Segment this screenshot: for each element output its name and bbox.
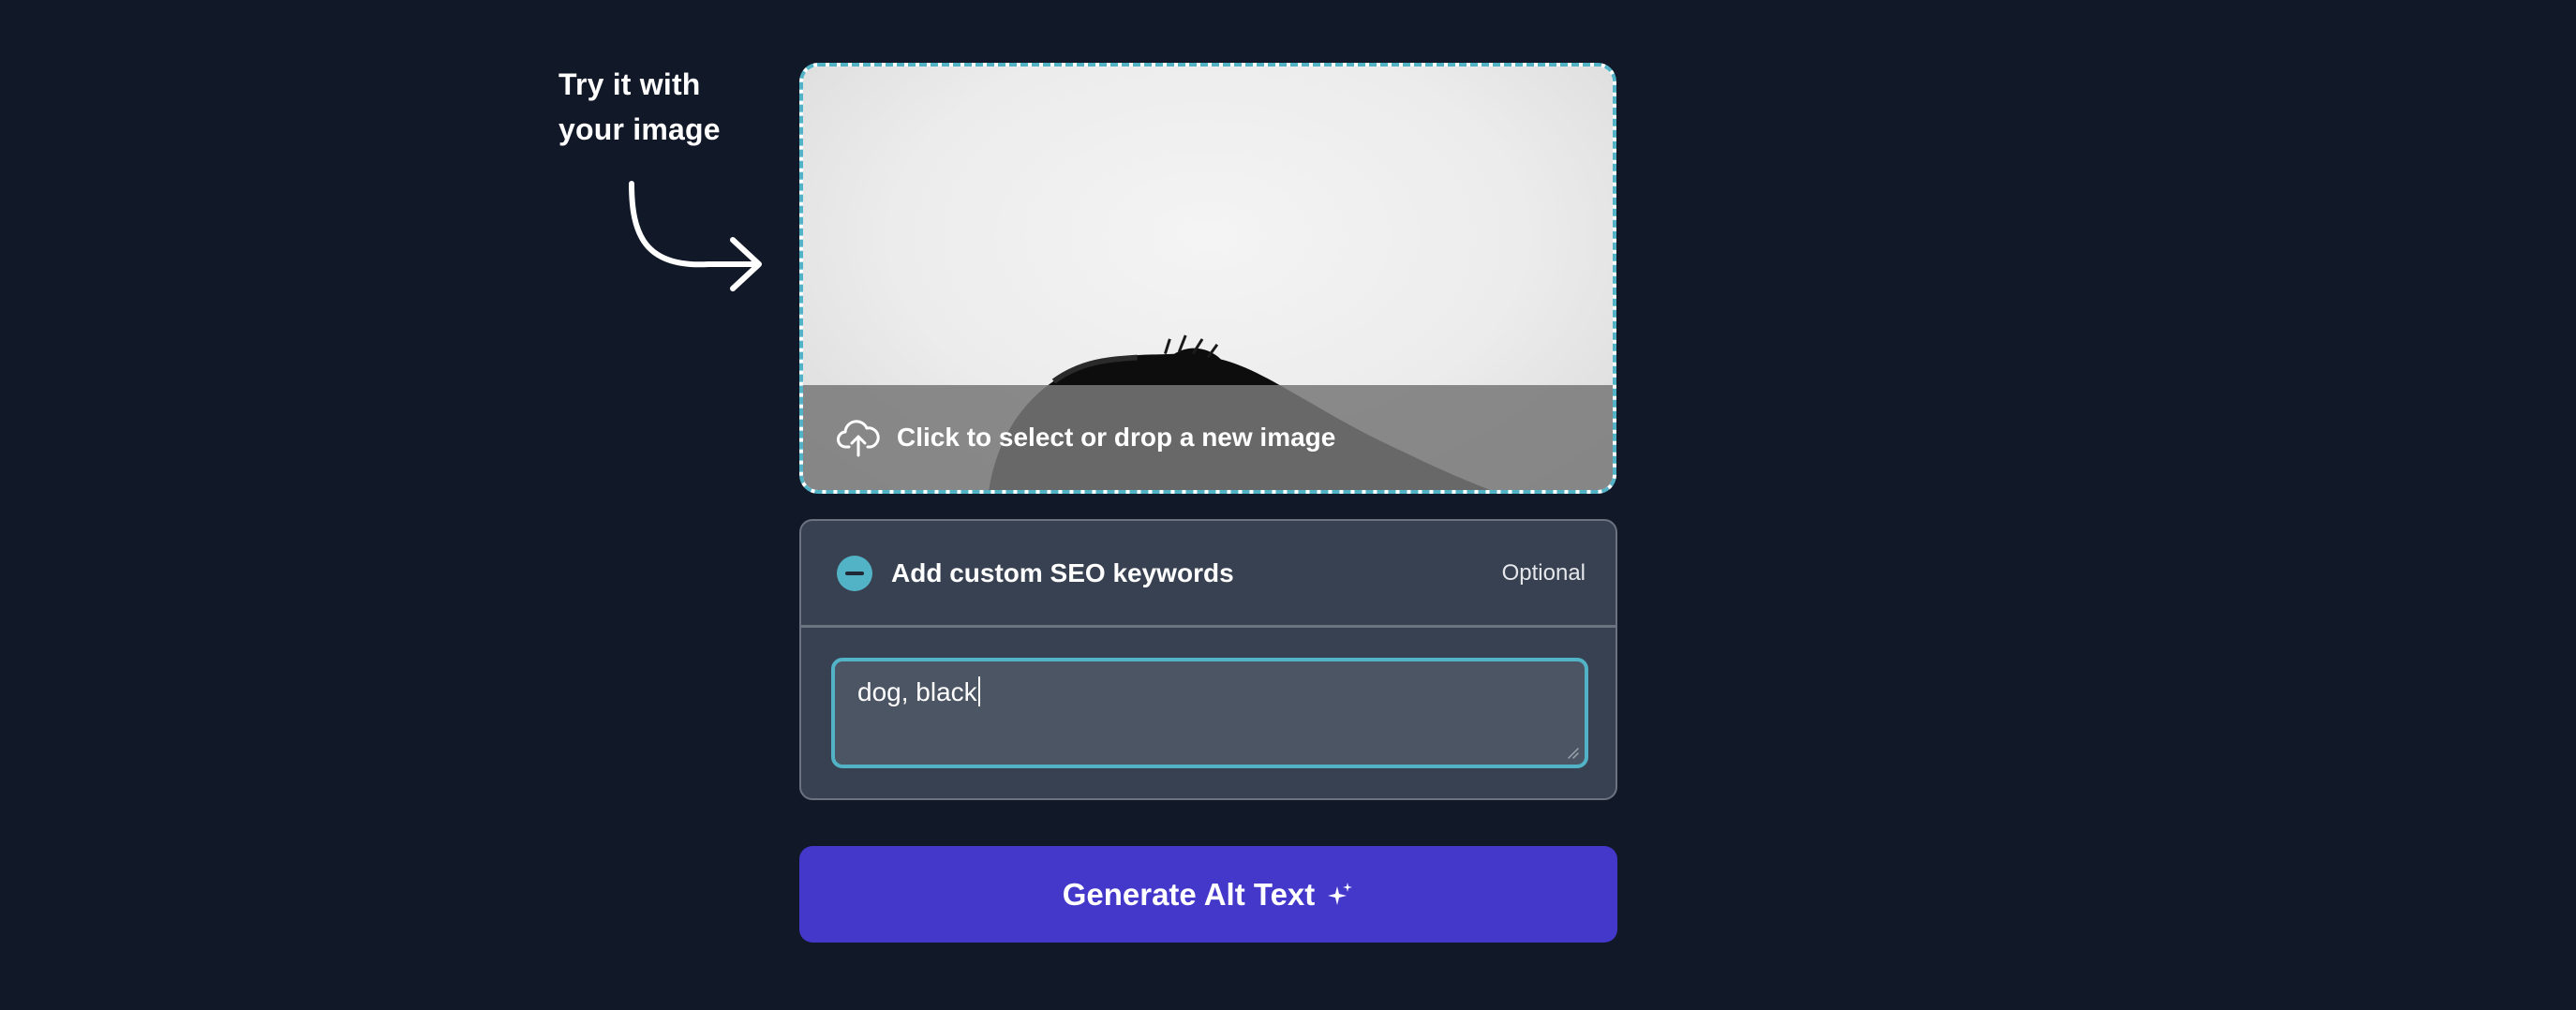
curved-arrow-icon — [629, 181, 762, 291]
seo-keywords-body: dog, black — [801, 628, 1616, 768]
text-caret — [977, 676, 980, 706]
cloud-upload-icon — [837, 420, 880, 457]
seo-keywords-value: dog, black — [857, 677, 977, 706]
image-dropzone[interactable]: Click to select or drop a new image — [799, 63, 1616, 494]
hint-line-1: Try it with — [558, 67, 701, 101]
minus-circle-icon[interactable] — [837, 555, 872, 591]
seo-keywords-title: Add custom SEO keywords — [891, 557, 1234, 587]
seo-keywords-panel: Add custom SEO keywords Optional dog, bl… — [799, 519, 1617, 800]
drop-overlay[interactable]: Click to select or drop a new image — [803, 385, 1613, 490]
sparkle-icon — [1328, 882, 1353, 905]
generate-alt-text-button[interactable]: Generate Alt Text — [799, 846, 1617, 943]
generate-button-label: Generate Alt Text — [1062, 876, 1316, 912]
dropzone-label: Click to select or drop a new image — [897, 423, 1336, 452]
resize-handle-icon[interactable] — [1566, 746, 1579, 759]
seo-keywords-input[interactable]: dog, black — [831, 658, 1588, 768]
try-it-hint: Try it with your image — [558, 62, 755, 152]
optional-label: Optional — [1501, 559, 1586, 586]
seo-keywords-toggle[interactable]: Add custom SEO keywords Optional — [801, 521, 1616, 628]
hint-line-2: your image — [558, 112, 721, 146]
